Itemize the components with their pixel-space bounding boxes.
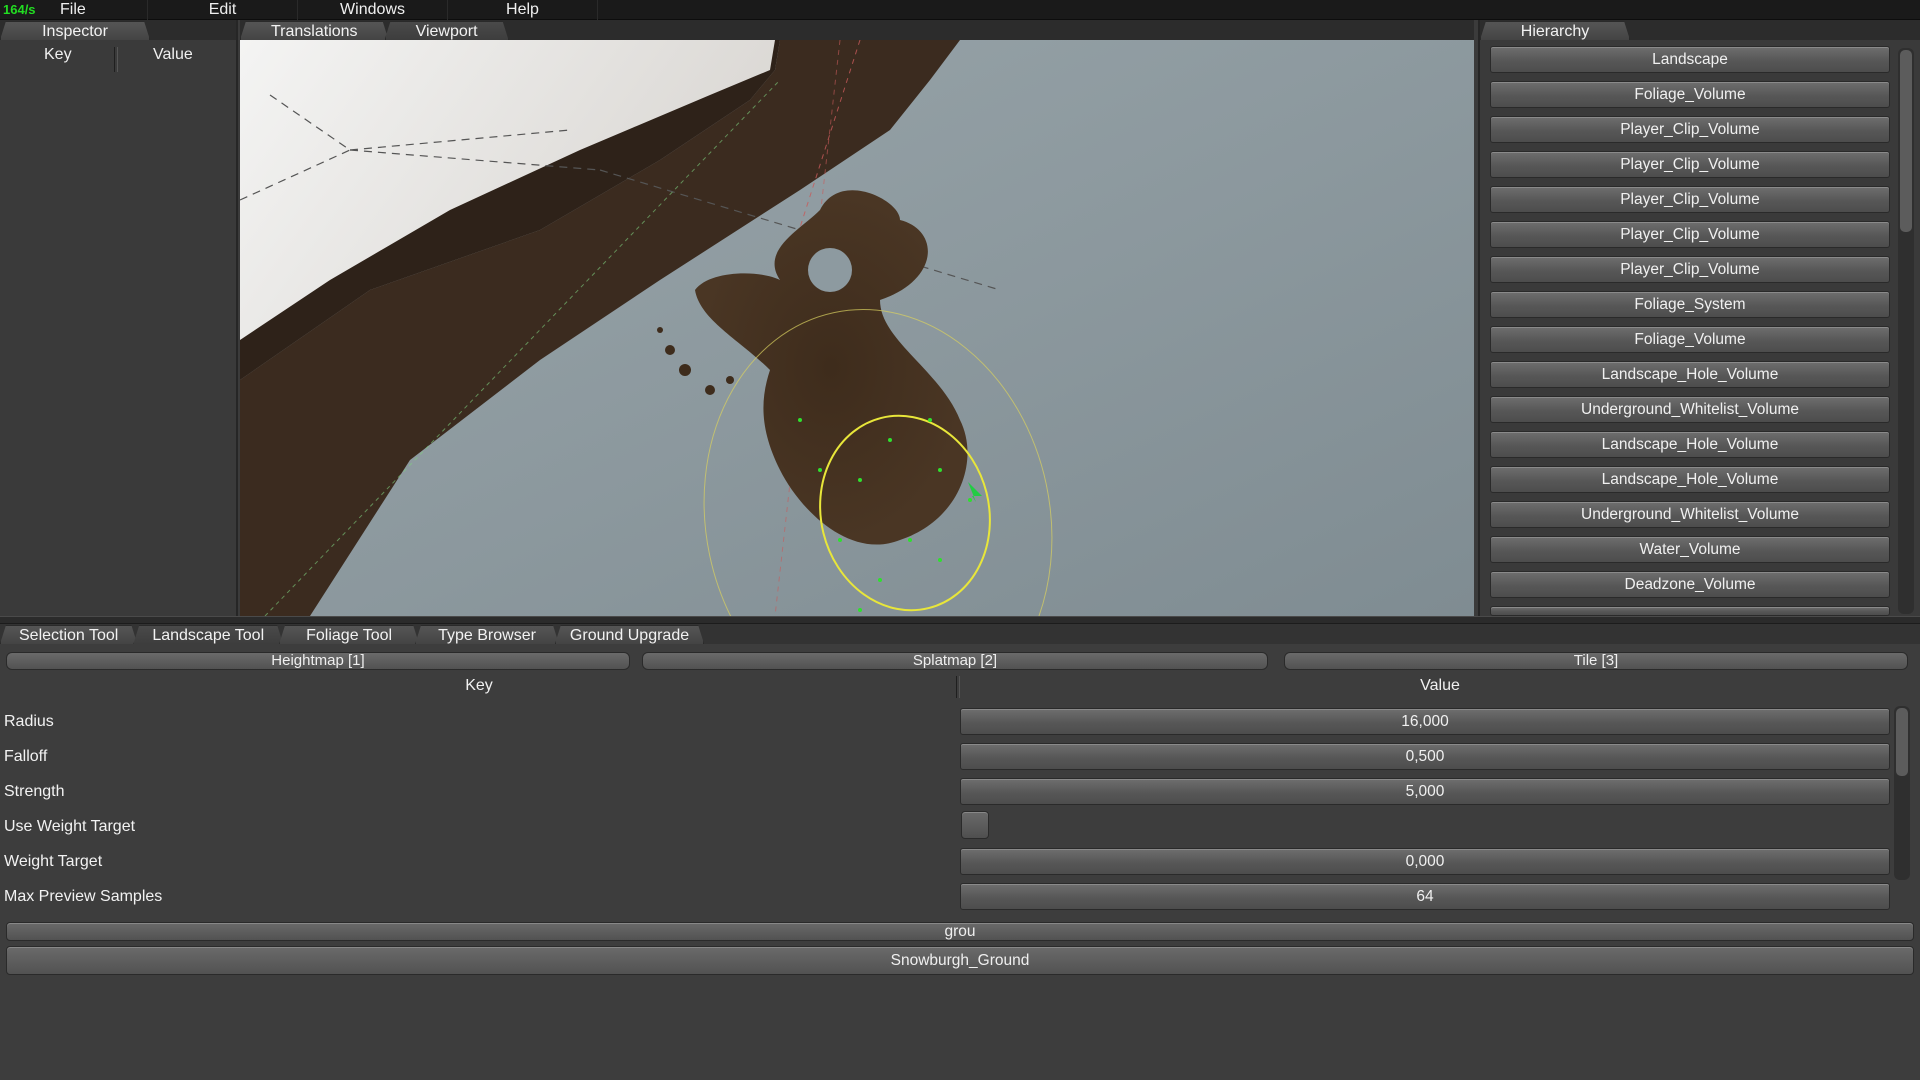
menu-windows[interactable]: Windows	[298, 0, 448, 20]
tab-ground-upgrade[interactable]: Ground Upgrade	[555, 625, 704, 644]
hierarchy-item[interactable]: Player_Clip_Volume	[1490, 151, 1890, 178]
tab-type-browser[interactable]: Type Browser	[415, 625, 559, 644]
strength-field[interactable]: 5,000	[960, 778, 1890, 805]
hierarchy-item[interactable]: Water_Volume	[1490, 536, 1890, 563]
heightmap-mode-button[interactable]: Heightmap [1]	[6, 652, 630, 670]
hierarchy-panel: Hierarchy Landscape Foliage_Volume Playe…	[1478, 20, 1920, 616]
hierarchy-item[interactable]: Underground_Whitelist_Volume	[1490, 396, 1890, 423]
tab-selection-tool[interactable]: Selection Tool	[0, 625, 137, 644]
hierarchy-item[interactable]: Landscape	[1490, 46, 1890, 73]
properties-value-header: Value	[1420, 677, 1460, 694]
menu-file[interactable]: File	[48, 0, 148, 20]
hierarchy-item[interactable]: Deadzone_Volume	[1490, 571, 1890, 598]
hierarchy-item[interactable]: Foliage_Volume	[1490, 326, 1890, 353]
menu-bar: 164/s File Edit Windows Help	[0, 0, 1920, 20]
hierarchy-scroll-thumb[interactable]	[1900, 50, 1912, 232]
property-key-use-weight-target: Use Weight Target	[4, 818, 136, 835]
tab-foliage-tool[interactable]: Foliage Tool	[279, 625, 419, 644]
hierarchy-item[interactable]: Underground_Whitelist_Volume	[1490, 501, 1890, 528]
inspector-column-divider[interactable]	[114, 47, 118, 72]
hierarchy-item[interactable]: Player_Clip_Volume	[1490, 256, 1890, 283]
property-key-falloff: Falloff	[4, 748, 48, 765]
properties-key-header: Key	[465, 677, 493, 694]
hierarchy-item[interactable]: Foliage_System	[1490, 291, 1890, 318]
menu-help[interactable]: Help	[448, 0, 598, 20]
decal-hole	[808, 248, 852, 292]
tab-inspector[interactable]: Inspector	[0, 21, 150, 40]
hierarchy-item[interactable]: Player_Clip_Volume	[1490, 116, 1890, 143]
hierarchy-item[interactable]: Landscape_Hole_Volume	[1490, 466, 1890, 493]
inspector-value-header: Value	[153, 46, 193, 63]
tile-mode-button[interactable]: Tile [3]	[1284, 652, 1908, 670]
hierarchy-item[interactable]: Player_Clip_Volume	[1490, 221, 1890, 248]
use-weight-target-checkbox[interactable]	[961, 811, 989, 839]
radius-field[interactable]: 16,000	[960, 708, 1890, 735]
splatmap-mode-button[interactable]: Splatmap [2]	[642, 652, 1268, 670]
hierarchy-item-partial[interactable]	[1490, 606, 1890, 616]
weight-target-field[interactable]: 0,000	[960, 848, 1890, 875]
menu-edit[interactable]: Edit	[148, 0, 298, 20]
inspector-key-header: Key	[44, 46, 72, 63]
falloff-field[interactable]: 0,500	[960, 743, 1890, 770]
property-key-weight-target: Weight Target	[4, 853, 103, 870]
tab-landscape-tool[interactable]: Landscape Tool	[133, 625, 283, 644]
hierarchy-item[interactable]: Player_Clip_Volume	[1490, 186, 1890, 213]
inspector-header: Key Value	[0, 40, 236, 70]
material-search-field[interactable]: grou	[6, 922, 1914, 941]
panel-splitter[interactable]	[0, 616, 1920, 624]
hierarchy-item[interactable]: Landscape_Hole_Volume	[1490, 361, 1890, 388]
hierarchy-tabstrip: Hierarchy	[1480, 20, 1920, 40]
inspector-tabstrip: Inspector	[0, 20, 236, 40]
scene-viewport[interactable]	[240, 40, 1474, 616]
tab-viewport[interactable]: Viewport	[385, 21, 509, 40]
properties-scrollbar[interactable]	[1894, 706, 1910, 880]
max-preview-samples-field[interactable]: 64	[960, 883, 1890, 910]
viewport-scene	[240, 40, 1474, 616]
material-result-button[interactable]: Snowburgh_Ground	[6, 946, 1914, 975]
property-key-radius: Radius	[4, 713, 54, 730]
inspector-panel: Inspector Key Value	[0, 20, 238, 616]
property-key-strength: Strength	[4, 783, 65, 800]
tab-translations[interactable]: Translations	[240, 21, 389, 40]
tab-hierarchy[interactable]: Hierarchy	[1480, 21, 1630, 40]
tool-panel: Selection Tool Landscape Tool Foliage To…	[0, 624, 1920, 1080]
properties-scroll-thumb[interactable]	[1896, 708, 1908, 776]
properties-column-divider[interactable]	[956, 676, 960, 698]
center-tabstrip: Translations Viewport	[240, 20, 1474, 40]
fps-counter: 164/s	[3, 2, 36, 17]
hierarchy-scrollbar[interactable]	[1898, 48, 1914, 614]
property-key-max-preview-samples: Max Preview Samples	[4, 888, 163, 905]
hierarchy-item[interactable]: Foliage_Volume	[1490, 81, 1890, 108]
hierarchy-item[interactable]: Landscape_Hole_Volume	[1490, 431, 1890, 458]
tool-tabstrip: Selection Tool Landscape Tool Foliage To…	[0, 624, 1920, 644]
